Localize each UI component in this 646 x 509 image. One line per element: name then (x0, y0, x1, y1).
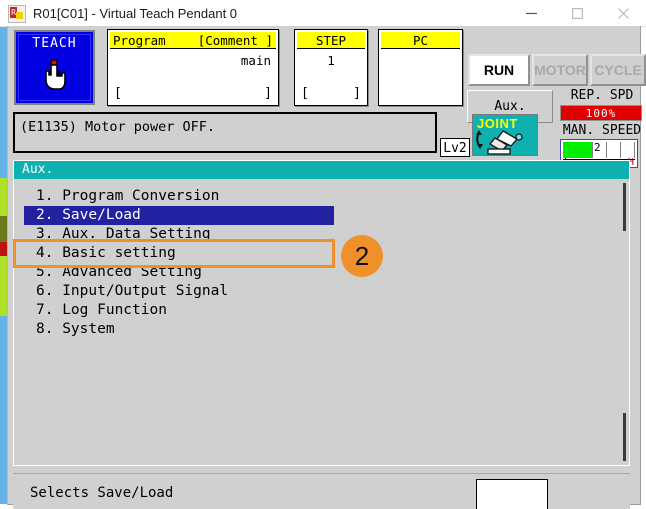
title-bar: R R01[C01] - Virtual Teach Pendant 0 (0, 0, 646, 27)
menu-panel: Aux. 1. Program Conversion 2. Save/Load 3.… (13, 160, 630, 466)
menu-item-number: 1. (36, 188, 63, 204)
program-header-label: Program (113, 33, 166, 48)
gauge-fill (563, 142, 592, 158)
menu-item-number: 4. (36, 245, 63, 261)
lamp-motor[interactable]: MOTOR (532, 54, 588, 86)
pc-field-header: PC (381, 32, 460, 49)
bracket-right: ] (264, 86, 272, 101)
rep-speed-label: REP. SPD (570, 88, 634, 103)
lamp-motor-label: MOTOR (534, 62, 586, 78)
status-input-box[interactable] (476, 479, 548, 509)
mode-label: TEACH (32, 36, 77, 51)
rep-speed-value: 100% (560, 105, 642, 121)
step-value: 1 (327, 53, 335, 68)
menu-item-aux-data-setting[interactable]: 3. Aux. Data Setting (14, 225, 614, 244)
step-field[interactable]: STEP 1 [ ] (295, 30, 367, 105)
bracket-right: ] (353, 86, 361, 101)
lamp-run-label: RUN (483, 62, 515, 78)
menu-item-input-output-signal[interactable]: 6. Input/Output Signal (14, 282, 614, 301)
status-toolbar: TEACH Program [Comment ] main [ ] STEP 1… (8, 26, 646, 168)
menu-item-number: 7. (36, 302, 63, 318)
window-controls (508, 0, 646, 26)
mode-indicator-teach[interactable]: TEACH (14, 30, 95, 105)
menu-item-label: System (62, 321, 115, 337)
app-root: R R01[C01] - Virtual Teach Pendant 0 TEA… (0, 0, 646, 509)
maximize-icon[interactable] (554, 0, 600, 26)
menu-list: 1. Program Conversion 2. Save/Load 3. Aux.… (14, 187, 614, 339)
menu-item-number: 6. (36, 283, 63, 299)
menu-item-label: Save/Load (62, 207, 141, 223)
menu-item-advanced-setting[interactable]: 5. Advanced Setting (14, 263, 614, 282)
menu-item-label: Program Conversion (62, 188, 220, 204)
man-speed-label: MAN. SPEED (562, 123, 642, 138)
status-bar-text: Selects Save/Load (30, 485, 174, 501)
coordinate-indicator-joint[interactable]: JOINT (472, 114, 538, 156)
robot-arm-icon (476, 130, 523, 155)
program-field[interactable]: Program [Comment ] main [ ] (108, 30, 278, 105)
pc-value (381, 49, 460, 71)
menu-item-system[interactable]: 8. System (14, 320, 614, 339)
step-brackets: [ ] (297, 86, 365, 101)
status-bar: Selects Save/Load (13, 473, 630, 509)
gauge-value: 2 (594, 141, 601, 154)
window-title: R01[C01] - Virtual Teach Pendant 0 (33, 5, 238, 21)
menu-item-program-conversion[interactable]: 1. Program Conversion (14, 187, 614, 206)
message-bar: (E1135) Motor power OFF. (13, 112, 437, 153)
teach-pendant-body: TEACH Program [Comment ] main [ ] STEP 1… (7, 26, 646, 509)
menu-scrollbar-thumb-bottom[interactable] (623, 413, 626, 461)
comment-header-label: [Comment ] (197, 33, 273, 48)
menu-item-number: 8. (36, 321, 63, 337)
lamp-cycle[interactable]: CYCLE (590, 54, 646, 86)
menu-item-log-function[interactable]: 7. Log Function (14, 301, 614, 320)
menu-item-label: Log Function (62, 302, 167, 318)
message-text: (E1135) Motor power OFF. (20, 119, 216, 135)
lamp-cycle-label: CYCLE (594, 62, 642, 78)
menu-item-save-load[interactable]: 2. Save/Load (24, 206, 334, 225)
menu-item-label: Aux. Data Setting (62, 226, 211, 242)
menu-item-basic-setting[interactable]: 4. Basic setting (14, 244, 614, 263)
lamp-run[interactable]: RUN (468, 54, 530, 86)
program-value: main (240, 53, 271, 68)
bracket-left: [ (301, 86, 309, 101)
minimize-icon[interactable] (508, 0, 554, 26)
menu-scrollbar-thumb-top[interactable] (623, 183, 626, 231)
menu-item-number: 3. (36, 226, 63, 242)
aux-button-label: Aux. (494, 99, 526, 114)
program-field-header: Program [Comment ] (110, 32, 276, 49)
app-icon: R (7, 4, 26, 23)
message-level-badge[interactable]: Lv2 (440, 138, 470, 157)
close-icon[interactable] (600, 0, 646, 26)
menu-item-number: 5. (36, 264, 63, 280)
step-header-label: STEP (315, 33, 347, 48)
bracket-left: [ (114, 86, 122, 101)
menu-item-label: Advanced Setting (62, 264, 202, 280)
menu-item-label: Input/Output Signal (62, 283, 229, 299)
annotation-step-badge: 2 (341, 235, 383, 277)
step-field-header: STEP (297, 32, 365, 49)
menu-item-label: Basic setting (62, 245, 176, 261)
menu-item-number: 2. (36, 207, 63, 223)
pc-field[interactable]: PC (379, 30, 462, 105)
program-comment-brackets: [ ] (110, 86, 276, 101)
hand-pointer-icon (40, 58, 70, 96)
menu-scrollbar[interactable] (623, 183, 627, 461)
menu-header: Aux. (14, 161, 629, 179)
pc-header-label: PC (412, 33, 429, 48)
